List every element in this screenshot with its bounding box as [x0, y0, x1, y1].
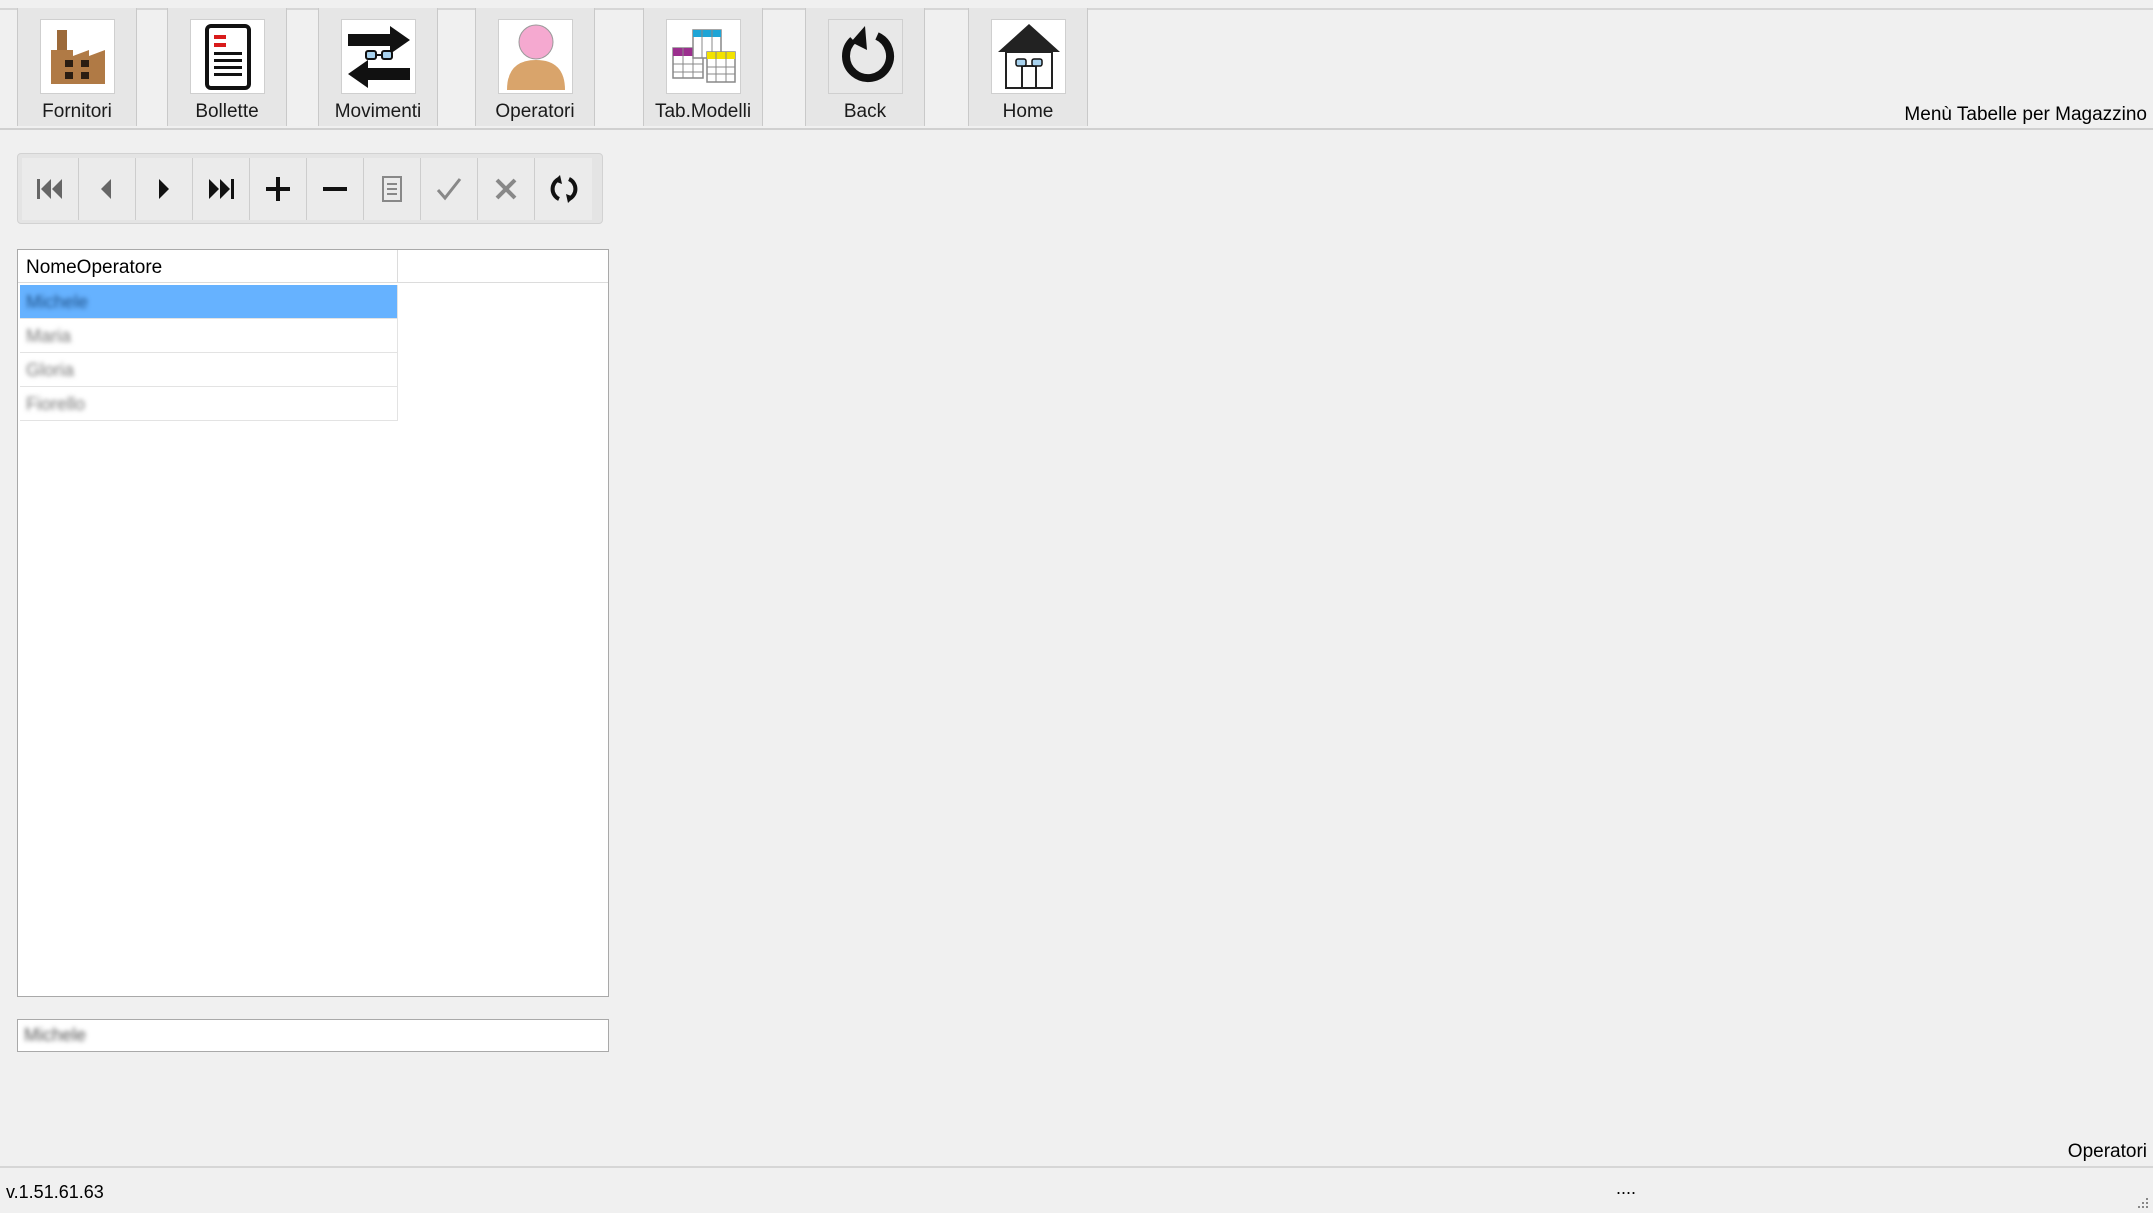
column-header-empty — [398, 250, 608, 283]
bollette-button[interactable]: Bollette — [167, 8, 287, 126]
version-label: v.1.51.61.63 — [6, 1182, 104, 1202]
status-indicator: .... — [1616, 1178, 1637, 1198]
first-record-icon — [37, 179, 62, 199]
movimenti-label: Movimenti — [334, 101, 422, 122]
tab-modelli-label: Tab.Modelli — [654, 101, 752, 122]
add-record-button[interactable] — [250, 158, 307, 220]
transfer-arrows-icon — [341, 19, 416, 94]
table-row[interactable]: Gloria — [20, 353, 398, 387]
fornitori-button[interactable]: Fornitori — [17, 8, 137, 126]
record-navigator — [17, 153, 603, 224]
bollette-label: Bollette — [195, 101, 259, 122]
add-icon — [266, 177, 290, 201]
form-name-label: Operatori — [2067, 1141, 2147, 1162]
confirm-icon — [436, 178, 462, 201]
menu-title: Menù Tabelle per Magazzino — [1904, 104, 2147, 125]
resize-grip-icon[interactable] — [2135, 1195, 2149, 1209]
edit-icon — [382, 176, 402, 202]
previous-record-icon — [101, 179, 111, 199]
movimenti-button[interactable]: Movimenti — [318, 8, 438, 126]
table-row[interactable]: Michele — [20, 285, 398, 319]
table-row[interactable]: Maria — [20, 319, 398, 353]
nomeoperatore-field[interactable]: Michele — [17, 1019, 609, 1052]
tables-icon — [666, 19, 741, 94]
back-label: Back — [843, 101, 887, 122]
factory-icon — [40, 19, 115, 94]
home-button[interactable]: Home — [968, 8, 1088, 126]
operators-grid[interactable]: NomeOperatore Michele Maria Gloria Fiore… — [17, 249, 609, 997]
delete-icon — [323, 187, 347, 191]
document-icon — [190, 19, 265, 94]
main-toolbar: Fornitori Bollette Movimenti Operatori T… — [0, 8, 2153, 130]
last-record-icon — [209, 179, 234, 199]
cancel-icon — [495, 178, 517, 200]
next-record-button[interactable] — [136, 158, 193, 220]
confirm-button[interactable] — [421, 158, 478, 220]
fornitori-label: Fornitori — [42, 101, 112, 122]
status-bar: v.1.51.61.63 .... — [0, 1166, 2153, 1213]
tab-modelli-button[interactable]: Tab.Modelli — [643, 8, 763, 126]
first-record-button[interactable] — [22, 158, 79, 220]
edit-record-button[interactable] — [364, 158, 421, 220]
table-row[interactable]: Fiorello — [20, 387, 398, 421]
person-icon — [498, 19, 573, 94]
next-record-icon — [159, 179, 169, 199]
back-button[interactable]: Back — [805, 8, 925, 126]
back-arrow-icon — [828, 19, 903, 94]
refresh-button[interactable] — [535, 158, 592, 220]
operatori-button[interactable]: Operatori — [475, 8, 595, 126]
delete-record-button[interactable] — [307, 158, 364, 220]
previous-record-button[interactable] — [79, 158, 136, 220]
cancel-button[interactable] — [478, 158, 535, 220]
column-header-nomeoperatore[interactable]: NomeOperatore — [18, 250, 398, 283]
refresh-icon — [550, 175, 577, 203]
operatori-label: Operatori — [495, 101, 575, 122]
last-record-button[interactable] — [193, 158, 250, 220]
home-label: Home — [1002, 101, 1054, 122]
home-icon — [991, 19, 1066, 94]
